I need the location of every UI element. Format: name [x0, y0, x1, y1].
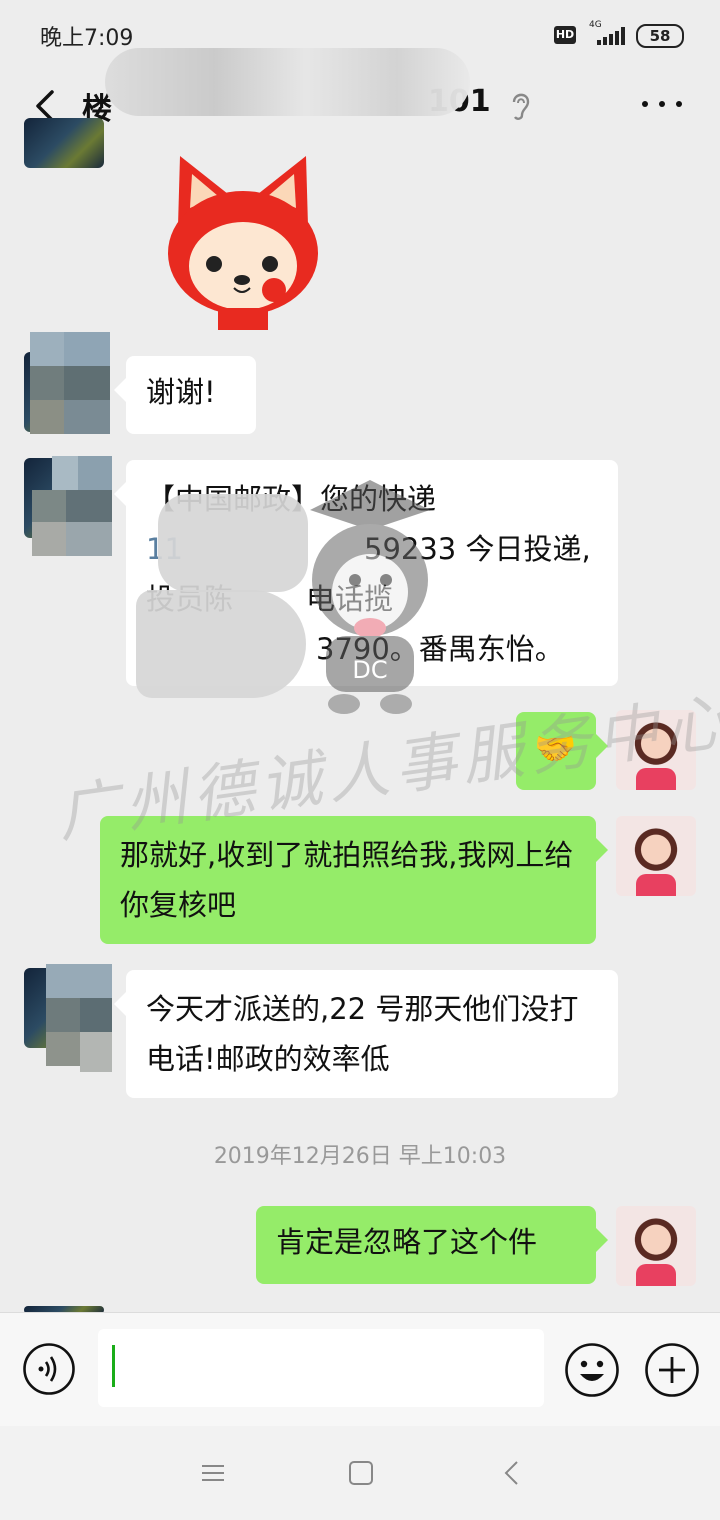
- plus-icon[interactable]: [644, 1342, 700, 1398]
- voice-icon[interactable]: [22, 1342, 76, 1396]
- battery-indicator: 58: [636, 24, 684, 48]
- nav-back-icon[interactable]: [498, 1458, 528, 1488]
- signal-icon: [597, 27, 627, 45]
- emoji-icon[interactable]: [564, 1342, 620, 1398]
- status-time: 晚上7:09: [40, 26, 134, 51]
- contact-avatar[interactable]: [24, 118, 104, 168]
- privacy-blur: [136, 590, 306, 698]
- privacy-blur: [158, 494, 308, 592]
- fox-sticker: [168, 156, 318, 330]
- privacy-mosaic: [32, 456, 112, 556]
- input-bar: [0, 1312, 720, 1427]
- message-bubble[interactable]: 谢谢!: [114, 356, 256, 434]
- menu-icon[interactable]: [198, 1458, 228, 1488]
- message-bubble[interactable]: 肯定是忽略了这个件: [256, 1206, 608, 1284]
- sticker-text: DC: [352, 656, 387, 684]
- chat-header: 楼 101: [0, 48, 720, 144]
- text-cursor: [112, 1345, 115, 1387]
- ear-icon: [512, 93, 530, 120]
- message-input[interactable]: [98, 1329, 544, 1407]
- system-nav-bar: [0, 1426, 720, 1520]
- privacy-mosaic: [30, 332, 112, 444]
- home-icon[interactable]: [346, 1458, 376, 1488]
- dc-logo-watermark: DC: [310, 480, 430, 714]
- my-avatar[interactable]: [616, 816, 696, 896]
- blurred-title-area: [105, 48, 470, 116]
- message-bubble[interactable]: 今天才派送的,22 号那天他们没打电话!邮政的效率低: [114, 970, 618, 1098]
- message-timestamp: 2019年12月26日 早上10:03: [213, 1144, 507, 1169]
- privacy-mosaic: [46, 964, 112, 1072]
- hd-badge: HD: [554, 26, 576, 44]
- my-avatar[interactable]: [616, 1206, 696, 1286]
- more-dots-icon[interactable]: [642, 98, 682, 110]
